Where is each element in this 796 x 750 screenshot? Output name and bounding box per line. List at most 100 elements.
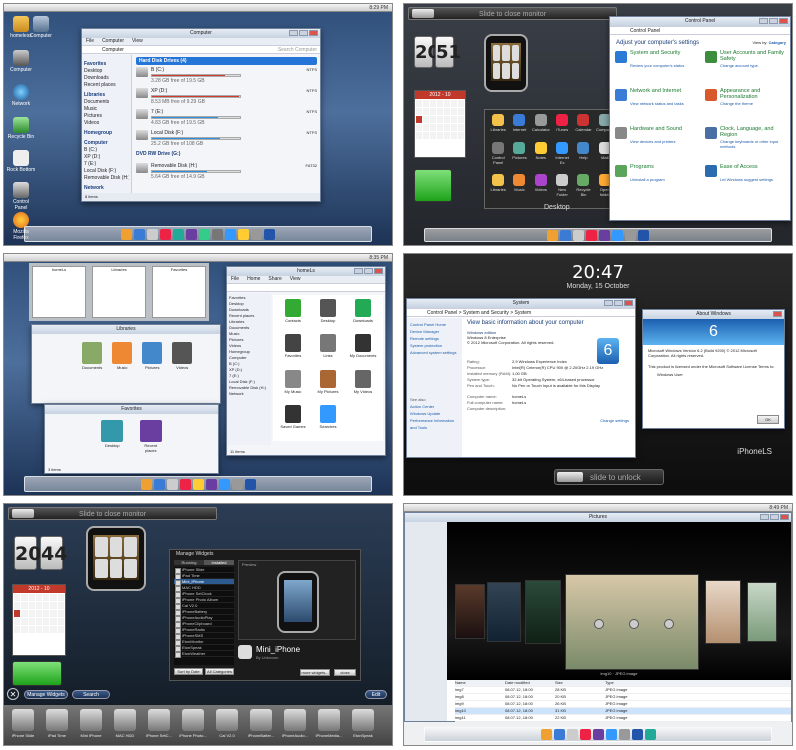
dock-icon[interactable] — [166, 478, 178, 490]
close-button[interactable] — [773, 311, 782, 317]
category-link[interactable]: Review your computer's status — [630, 63, 684, 68]
app-launcher-item[interactable]: Internet — [510, 114, 528, 139]
calendar-day[interactable] — [430, 116, 436, 123]
calendar-day[interactable] — [444, 108, 450, 115]
dock-icon-app[interactable] — [251, 228, 262, 240]
window-titlebar[interactable]: Favorites — [45, 405, 218, 414]
dock-icon[interactable] — [612, 229, 623, 241]
thumb-libraries[interactable]: Libraries — [92, 266, 146, 318]
control-panel-category[interactable]: Programs Uninstall a program — [615, 164, 700, 200]
dock-icon[interactable] — [244, 478, 256, 490]
close-button[interactable] — [309, 30, 318, 36]
favorite-item[interactable]: Desktop — [100, 420, 125, 453]
see-also-link[interactable]: Windows Update — [410, 410, 459, 417]
cover-item[interactable] — [455, 584, 485, 639]
calendar-day[interactable] — [423, 100, 429, 107]
file-row[interactable]: img7 08.07.12, 18:00 28 KB JPEG image — [455, 687, 791, 694]
dock-icon[interactable] — [553, 728, 565, 740]
dock-icon[interactable] — [179, 478, 191, 490]
calendar-day[interactable] — [437, 124, 443, 131]
desktop-icon-control-panel[interactable]: Control Panel — [6, 182, 36, 211]
shelf-widget[interactable]: iPad Time — [43, 709, 71, 738]
calendar-day[interactable] — [430, 132, 436, 139]
desktop-icon-rock-bottom[interactable]: Rock Bottom — [6, 150, 36, 173]
file-item[interactable]: My Videos — [347, 369, 379, 402]
computer-window[interactable]: Computer File Computer View Computer Sear… — [81, 28, 321, 202]
file-row[interactable]: img8 08.07.12, 18:00 20 KB JPEG image — [455, 694, 791, 701]
category-title[interactable]: Hardware and Sound — [630, 126, 682, 132]
library-item[interactable]: Documents — [82, 342, 102, 370]
calendar-day[interactable] — [437, 108, 443, 115]
calendar-day[interactable] — [437, 116, 443, 123]
category-link[interactable]: Uninstall a program — [630, 177, 665, 182]
app-launcher-item[interactable]: Calendar — [574, 114, 592, 139]
system-window[interactable]: System Control Panel > System and Securi… — [406, 298, 636, 458]
shelf-widget[interactable]: iPhone Slide — [9, 709, 37, 738]
tab-view[interactable]: View — [132, 38, 143, 45]
previous-button[interactable] — [594, 619, 604, 629]
window-titlebar[interactable]: Pictures — [405, 513, 791, 522]
library-item[interactable]: Music — [112, 342, 133, 370]
dock-icon[interactable] — [566, 728, 578, 740]
calendar-day[interactable] — [416, 124, 422, 131]
drive-removable[interactable]: Removable Disk (H:) 5.64 GB free of 14.9… — [136, 163, 317, 180]
shelf-widget[interactable]: iPhone SetC... — [145, 709, 173, 738]
calendar-day[interactable] — [35, 594, 43, 601]
app-launcher-item[interactable]: iTunes — [553, 114, 571, 139]
calendar-day[interactable] — [57, 594, 64, 601]
cover-flow-view[interactable]: img10 · JPEG image — [447, 522, 791, 680]
dock-icon-app[interactable] — [264, 228, 275, 240]
calendar-day[interactable] — [423, 132, 429, 139]
calendar-day[interactable] — [444, 100, 450, 107]
calendar-day[interactable] — [21, 626, 28, 633]
calendar-day[interactable] — [451, 116, 457, 123]
nav-item[interactable]: B (C:) — [84, 147, 129, 154]
dock-icon-finder[interactable] — [121, 228, 132, 240]
dock-icon[interactable] — [625, 229, 636, 241]
more-widgets-button[interactable]: more widgets... — [300, 669, 330, 676]
category-link[interactable]: Change keyboards or other input methods — [720, 139, 790, 149]
file-item[interactable]: My Pictures — [312, 369, 344, 402]
calendar-day[interactable] — [423, 116, 429, 123]
file-item[interactable]: Links — [312, 334, 344, 366]
category-dropdown[interactable]: All Categories — [205, 668, 234, 675]
address-bar[interactable]: Control Panel — [610, 26, 790, 35]
libraries-window[interactable]: Libraries Documents Music Pictures Videos — [31, 324, 221, 404]
control-panel-category[interactable]: Ease of Access Let Windows suggest settin… — [705, 164, 790, 200]
ribbon-tab[interactable]: View — [290, 276, 301, 283]
dock-icon[interactable] — [218, 478, 230, 490]
nav-network[interactable]: Network — [84, 185, 129, 192]
file-item[interactable]: Favorites — [277, 334, 309, 366]
app-launcher-item[interactable]: Recycle Bin — [574, 174, 592, 204]
app-launcher-item[interactable]: Control Panel — [489, 141, 507, 172]
calendar-day[interactable] — [416, 116, 422, 123]
unlock-slider-knob[interactable] — [557, 472, 583, 482]
file-item[interactable]: Contacts — [277, 299, 309, 331]
edit-button[interactable]: Edit — [365, 690, 387, 699]
column-header[interactable]: Type — [605, 680, 655, 686]
dock-icon-app[interactable] — [212, 228, 223, 240]
see-also-link[interactable]: Action Center — [410, 403, 459, 410]
desktop-icon-recycle-bin[interactable]: Recycle Bin — [6, 117, 36, 140]
category-link[interactable]: View devices and printers — [630, 139, 676, 144]
category-title[interactable]: Programs — [630, 164, 654, 170]
minimize-button[interactable] — [760, 514, 769, 520]
desktop-icon-network[interactable]: Network — [6, 84, 36, 107]
app-launcher-item[interactable]: New Folder — [553, 174, 571, 204]
window-titlebar[interactable]: About Windows — [643, 310, 784, 319]
app-launcher-item[interactable]: Calculator — [532, 114, 550, 139]
control-panel-category[interactable]: Appearance and Personalization Change the… — [705, 88, 790, 124]
calendar-day[interactable] — [50, 594, 57, 601]
shelf-widget[interactable]: Cal V2.0 — [213, 709, 241, 738]
calendar-day[interactable] — [43, 610, 50, 617]
shelf-widget[interactable]: iPhoneBatter... — [247, 709, 275, 738]
system-task-link[interactable]: Control Panel Home — [410, 321, 459, 328]
dock-icon-app[interactable] — [173, 228, 184, 240]
address-bar[interactable] — [227, 283, 385, 292]
tab-computer[interactable]: Computer — [102, 38, 124, 45]
control-panel-category[interactable]: Hardware and Sound View devices and print… — [615, 126, 700, 162]
nav-item[interactable]: Network — [229, 391, 269, 397]
shelf-widget[interactable]: iPhone Photo... — [179, 709, 207, 738]
calendar-day[interactable] — [451, 108, 457, 115]
drive-item[interactable]: B (C:) 3.28 GB free of 19.5 GB NTFS — [136, 67, 317, 84]
